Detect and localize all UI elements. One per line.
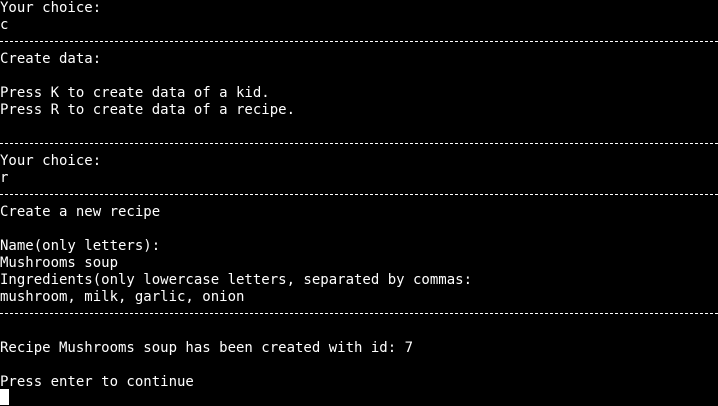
- choice-input-value: c: [0, 17, 9, 33]
- option-recipe-text: Press R to create data of a recipe.: [0, 102, 296, 118]
- continue-prompt: Press enter to continue: [0, 374, 194, 390]
- ingredients-value: mushroom, milk, garlic, onion: [0, 289, 245, 305]
- new-recipe-heading: Create a new recipe: [0, 204, 161, 220]
- create-data-heading: Create data:: [0, 51, 102, 67]
- separator-line: [0, 313, 718, 314]
- choice-prompt-label: Your choice:: [0, 0, 102, 16]
- result-message: Recipe Mushrooms soup has been created w…: [0, 340, 414, 356]
- recipe-name-label: Name(only letters):: [0, 238, 161, 254]
- choice-input-value: r: [0, 170, 9, 186]
- option-kid-text: Press K to create data of a kid.: [0, 85, 270, 101]
- separator-line: [0, 143, 718, 144]
- text-cursor[interactable]: [0, 389, 9, 405]
- choice-prompt-label: Your choice:: [0, 153, 102, 169]
- separator-line: [0, 41, 718, 42]
- ingredients-label: Ingredients(only lowercase letters, sepa…: [0, 272, 473, 288]
- recipe-name-value: Mushrooms soup: [0, 255, 119, 271]
- separator-line: [0, 194, 718, 195]
- terminal-window[interactable]: Your choice: c Create data: Press K to c…: [0, 0, 718, 406]
